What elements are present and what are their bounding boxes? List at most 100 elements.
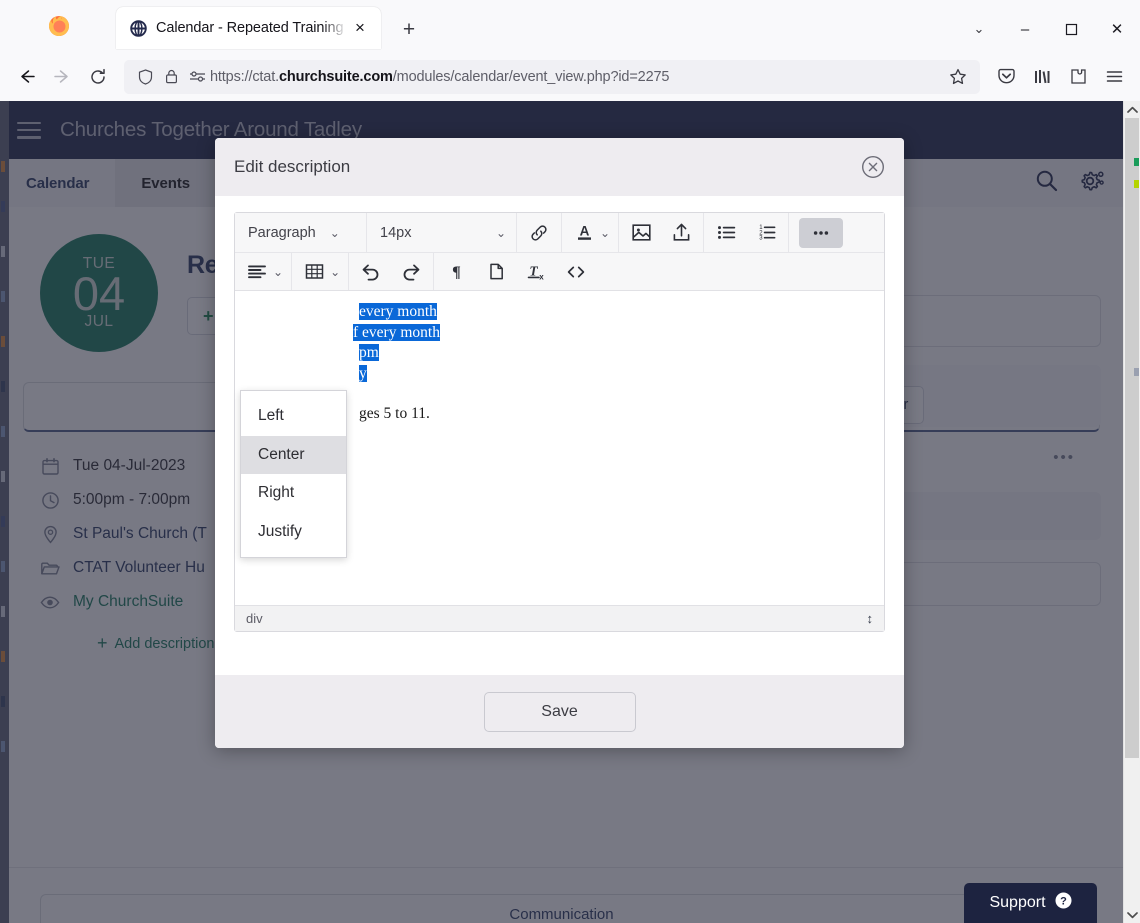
tab-strip: Calendar - Repeated Training Ev × + ⌄ – … xyxy=(0,0,1140,52)
table-group: ⌄ xyxy=(292,253,350,290)
svg-text:?: ? xyxy=(1060,895,1067,907)
editor-toolbar-row-2: ⌄ ⌄ ¶ T x xyxy=(235,252,884,290)
question-circle-icon: ? xyxy=(1055,892,1072,914)
align-option-left[interactable]: Left xyxy=(241,397,346,436)
chevron-down-icon[interactable]: ⌄ xyxy=(330,265,340,279)
align-group: ⌄ xyxy=(235,253,293,290)
page-break-icon[interactable] xyxy=(478,257,514,287)
align-dropdown-menu: Left Center Right Justify xyxy=(240,390,347,558)
undo-icon[interactable] xyxy=(353,257,389,287)
scroll-up-arrow-icon[interactable] xyxy=(1124,101,1140,118)
editor-line-text: every month xyxy=(359,303,437,320)
insert-link-icon[interactable] xyxy=(521,218,557,248)
formatting-group: ¶ Tx xyxy=(434,253,598,290)
chevron-down-icon: ⌄ xyxy=(329,225,340,240)
close-window-button[interactable]: ✕ xyxy=(1094,12,1140,46)
editor-line-text: ges 5 to 11. xyxy=(359,405,430,422)
browser-chrome: Calendar - Repeated Training Ev × + ⌄ – … xyxy=(0,0,1140,101)
table-icon[interactable] xyxy=(296,257,332,287)
vertical-scrollbar[interactable] xyxy=(1123,101,1140,923)
svg-text:T: T xyxy=(530,263,539,278)
text-color-group: A ⌄ xyxy=(562,213,620,252)
modal-title: Edit description xyxy=(234,157,351,176)
save-button[interactable]: Save xyxy=(483,691,636,732)
list-all-tabs-icon[interactable]: ⌄ xyxy=(956,12,1002,46)
toolbar-right-icons xyxy=(988,60,1132,94)
editor-element-path[interactable]: div xyxy=(246,611,263,626)
block-format-group: Paragraph ⌄ xyxy=(235,213,367,252)
support-button[interactable]: Support ? xyxy=(964,883,1097,923)
editor-status-bar: div ↕ xyxy=(235,605,884,631)
modal-header: Edit description xyxy=(215,138,904,196)
maximize-button[interactable] xyxy=(1048,12,1094,46)
svg-text:x: x xyxy=(539,272,544,281)
firefox-logo-icon xyxy=(46,12,72,38)
close-icon[interactable] xyxy=(858,152,888,182)
editor-line: y xyxy=(249,364,870,385)
editor-line: f every month xyxy=(249,323,870,344)
permissions-icon[interactable] xyxy=(184,67,210,87)
scroll-down-arrow-icon[interactable] xyxy=(1124,906,1140,923)
editor-line: every month xyxy=(249,302,870,323)
library-icon[interactable] xyxy=(1024,60,1060,94)
reload-button-icon[interactable] xyxy=(80,60,116,94)
pocket-icon[interactable] xyxy=(988,60,1024,94)
browser-tab[interactable]: Calendar - Repeated Training Ev × xyxy=(116,7,381,49)
svg-text:3: 3 xyxy=(759,236,763,242)
source-code-icon[interactable] xyxy=(558,257,594,287)
extensions-icon[interactable] xyxy=(1060,60,1096,94)
modal-footer: Save xyxy=(215,675,904,748)
shield-icon[interactable] xyxy=(132,67,158,87)
text-color-icon[interactable]: A xyxy=(566,218,602,248)
paragraph-mark-icon[interactable]: ¶ xyxy=(438,257,474,287)
chevron-down-icon[interactable]: ⌄ xyxy=(273,265,283,279)
numbered-list-icon[interactable]: 123 xyxy=(748,218,784,248)
chevron-down-icon: ⌄ xyxy=(495,225,506,240)
editor-line-text: y xyxy=(359,364,367,382)
bookmark-star-icon[interactable] xyxy=(944,68,972,86)
more-options-icon[interactable] xyxy=(799,217,844,248)
editor-toolbar-row-1: Paragraph ⌄ 14px ⌄ A ⌄ 1 2 3 xyxy=(235,213,884,252)
tab-title: Calendar - Repeated Training Ev xyxy=(156,20,349,36)
align-icon[interactable] xyxy=(239,257,275,287)
tab-close-icon[interactable]: × xyxy=(349,17,371,39)
editor-toolbar: Paragraph ⌄ 14px ⌄ A ⌄ 1 2 3 ⌄ ⌄ ¶ T x xyxy=(235,213,884,291)
bulleted-list-icon[interactable] xyxy=(708,218,744,248)
clear-formatting-icon[interactable]: Tx xyxy=(518,257,554,287)
more-group xyxy=(789,213,847,252)
insert-image-icon[interactable] xyxy=(623,218,659,248)
churchsuite-favicon-icon xyxy=(130,19,147,37)
editor-line-text: pm xyxy=(359,344,379,361)
list-group: 123 xyxy=(704,213,790,252)
lock-icon[interactable] xyxy=(158,67,184,87)
back-button-icon[interactable] xyxy=(8,60,44,94)
upload-file-icon[interactable] xyxy=(663,218,699,248)
editor-resize-handle[interactable]: ↕ xyxy=(867,611,874,626)
block-format-value: Paragraph xyxy=(248,224,316,241)
app-menu-icon[interactable] xyxy=(1096,60,1132,94)
page-content: Churches Together Around Tadley Calendar… xyxy=(0,101,1123,923)
svg-text:A: A xyxy=(579,224,589,239)
url-text[interactable]: https://ctat.churchsuite.com/modules/cal… xyxy=(210,69,944,85)
align-option-center[interactable]: Center xyxy=(241,435,346,474)
link-group xyxy=(517,213,562,252)
forward-button-icon[interactable] xyxy=(44,60,80,94)
block-format-select[interactable]: Paragraph ⌄ xyxy=(237,213,348,252)
edit-description-modal: Edit description Paragraph ⌄ 14px ⌄ A ⌄ … xyxy=(215,138,904,748)
page-viewport: Churches Together Around Tadley Calendar… xyxy=(0,101,1140,923)
redo-icon[interactable] xyxy=(393,257,429,287)
address-bar[interactable]: https://ctat.churchsuite.com/modules/cal… xyxy=(124,59,980,94)
align-option-justify[interactable]: Justify xyxy=(241,513,346,552)
minimize-button[interactable]: – xyxy=(1002,12,1048,46)
font-size-select[interactable]: 14px ⌄ xyxy=(369,213,514,252)
window-controls: ⌄ – ✕ xyxy=(956,12,1140,46)
support-label: Support xyxy=(989,894,1046,911)
scrollbar-thumb[interactable] xyxy=(1125,118,1139,758)
scrollbar-track[interactable] xyxy=(1124,118,1140,906)
media-group xyxy=(619,213,705,252)
align-option-right[interactable]: Right xyxy=(241,474,346,513)
chevron-down-icon[interactable]: ⌄ xyxy=(600,226,610,240)
editor-line: pm xyxy=(249,343,870,364)
history-group xyxy=(349,253,435,290)
new-tab-button[interactable]: + xyxy=(392,13,426,47)
